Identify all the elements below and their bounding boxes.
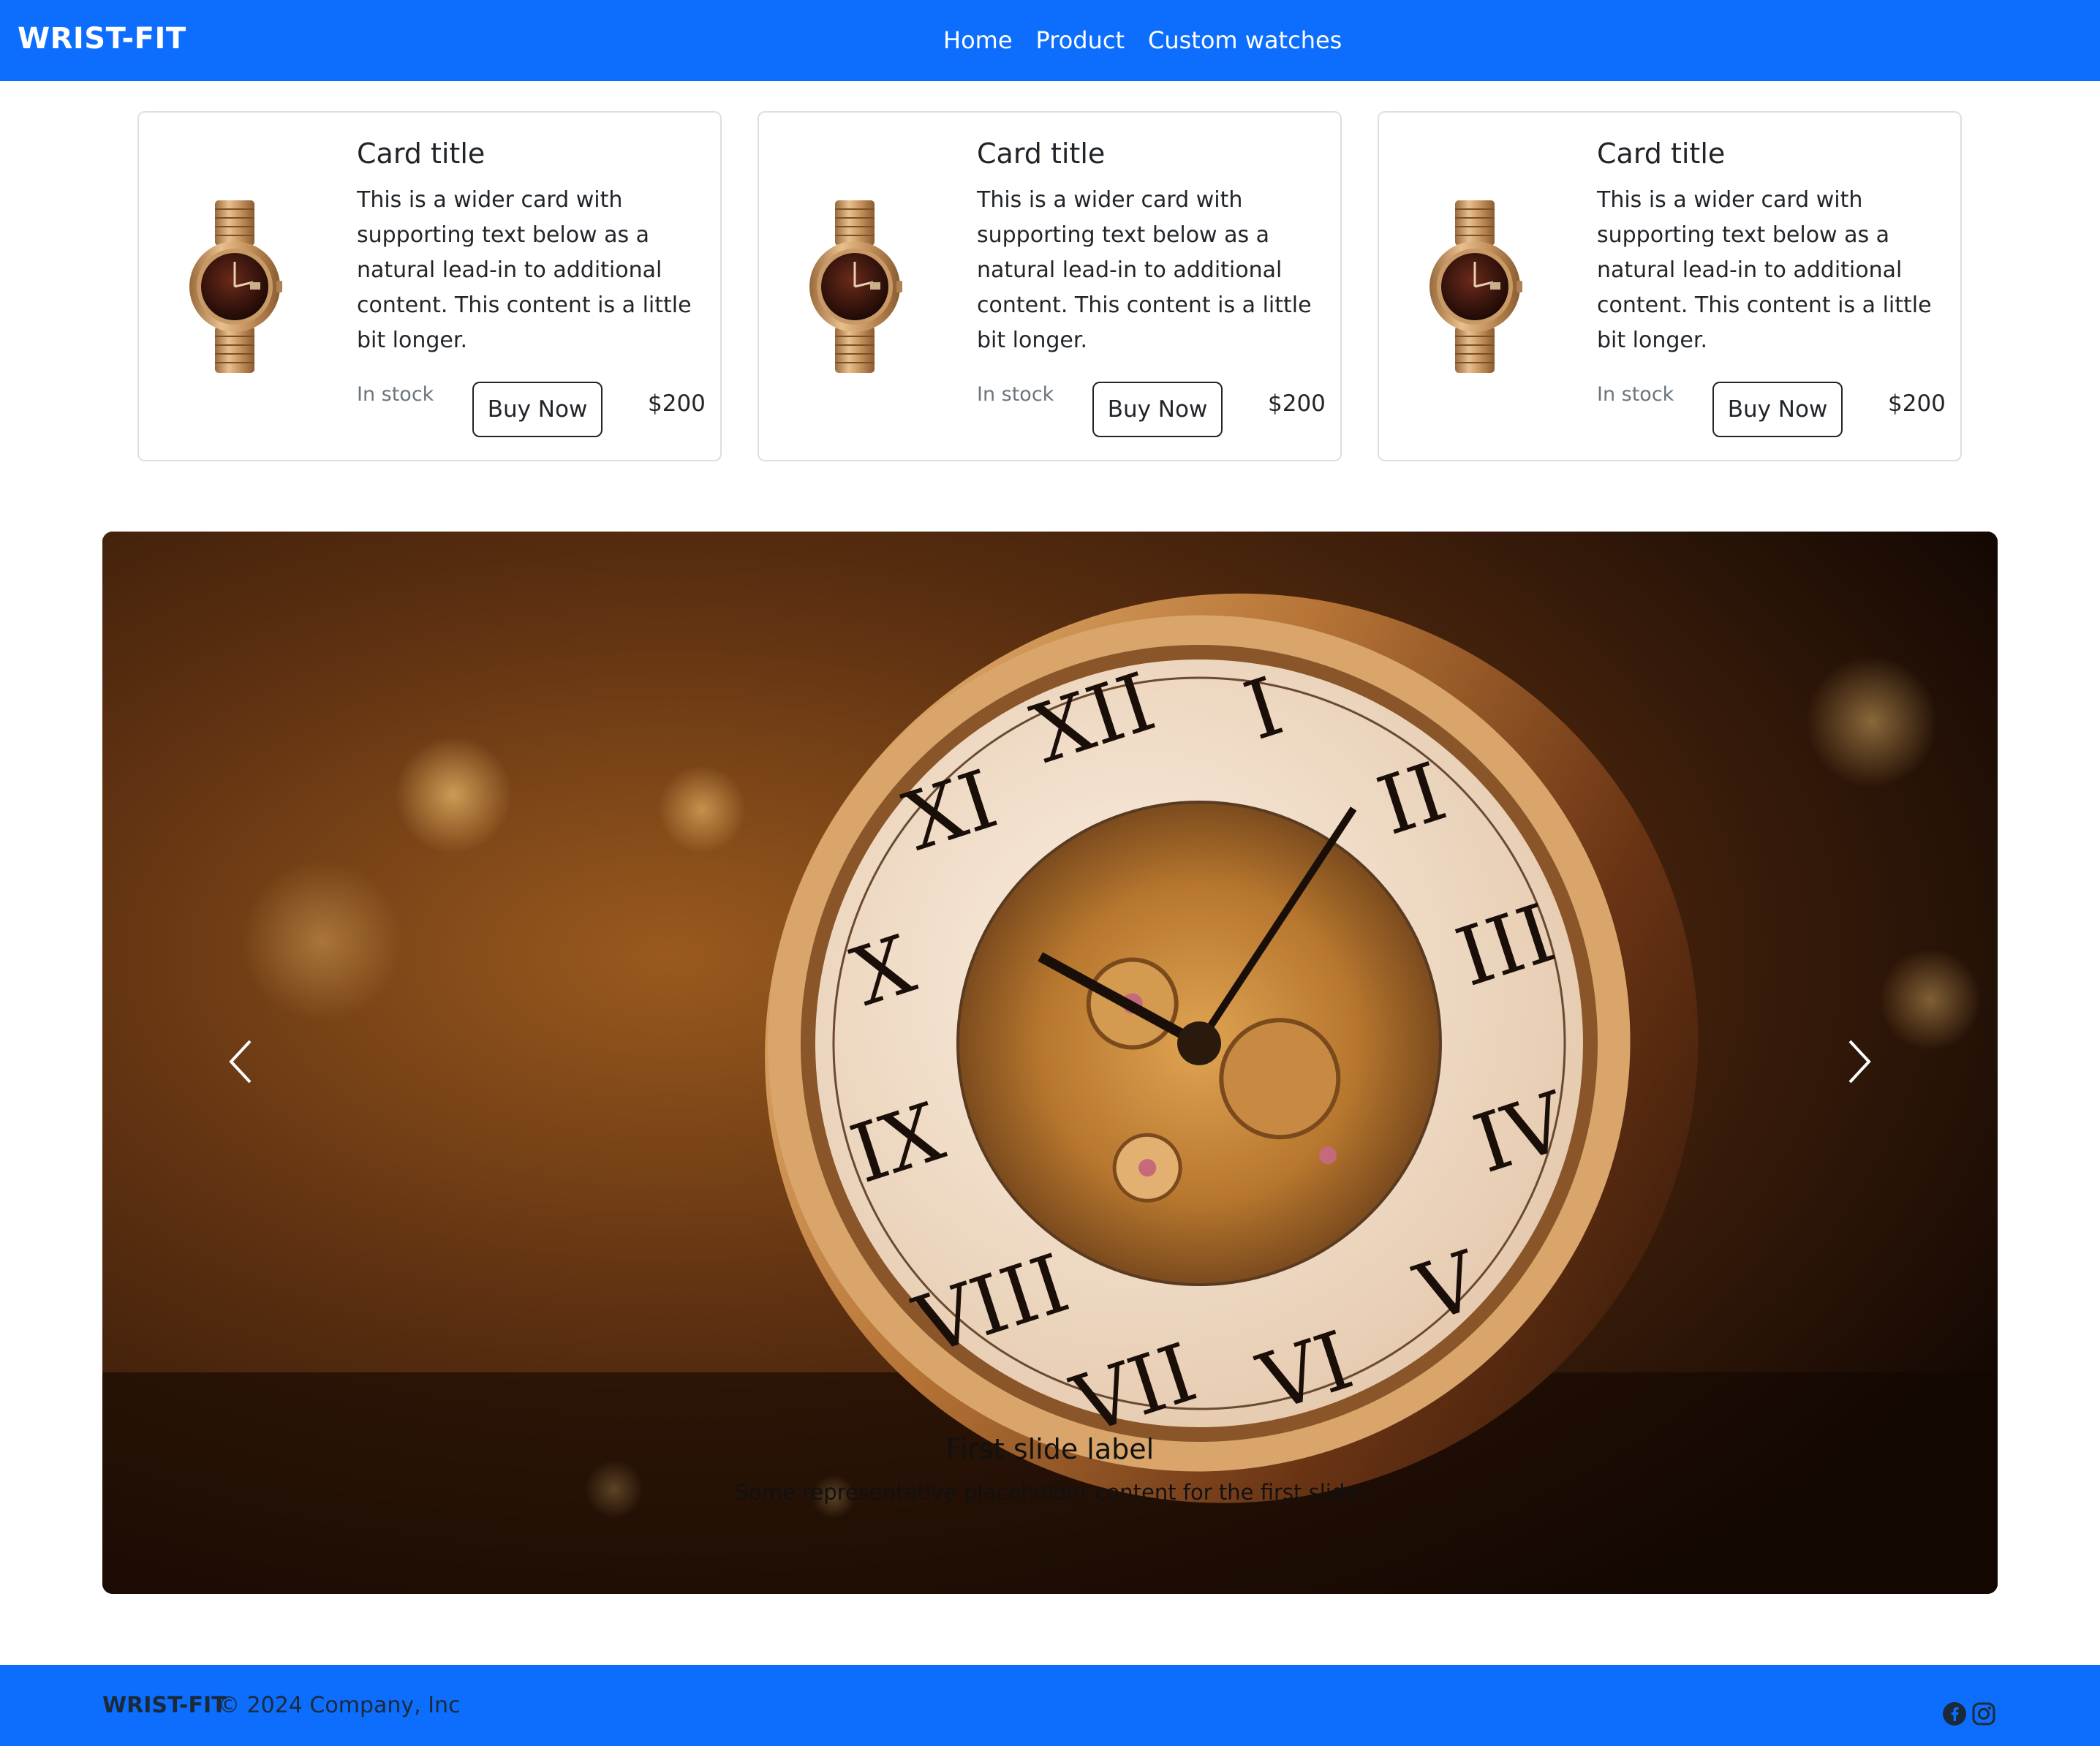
buy-now-button[interactable]: Buy Now [1712, 382, 1843, 437]
nav-link-product[interactable]: Product [1036, 26, 1125, 54]
product-card: Card title This is a wider card with sup… [758, 111, 1342, 461]
carousel-prev-button[interactable] [197, 1007, 285, 1116]
carousel-indicator-2[interactable] [1027, 1550, 1071, 1554]
hero-carousel: XII VI III IX I II IV V VII VIII X XI Fi… [102, 532, 1998, 1594]
nav-links: Home Product Custom watches [943, 26, 1342, 54]
nav-link-custom-watches[interactable]: Custom watches [1148, 26, 1342, 54]
carousel-indicators [975, 1550, 1124, 1554]
chevron-right-icon [1848, 1040, 1871, 1084]
wristwatch-image [1428, 200, 1522, 373]
footer-copyright: © 2024 Company, Inc [218, 1693, 461, 1718]
card-title: Card title [977, 137, 1106, 170]
card-title: Card title [1597, 137, 1726, 170]
product-card: Card title This is a wider card with sup… [137, 111, 722, 461]
chevron-left-icon [229, 1040, 252, 1084]
carousel-indicator-1[interactable] [975, 1550, 1019, 1554]
stock-status: In stock [977, 383, 1054, 406]
price-label: $200 [1888, 390, 1946, 417]
social-icons [1942, 1701, 1996, 1726]
nav-link-home[interactable]: Home [943, 26, 1013, 54]
card-text: This is a wider card with supporting tex… [1597, 187, 1932, 353]
stock-status: In stock [357, 383, 434, 406]
price-label: $200 [1268, 390, 1326, 417]
card-title: Card title [357, 137, 486, 170]
stock-status: In stock [1597, 383, 1674, 406]
facebook-icon[interactable] [1942, 1701, 1967, 1726]
navbar: WRIST-FIT Home Product Custom watches [0, 0, 2100, 81]
product-card: Card title This is a wider card with sup… [1378, 111, 1962, 461]
buy-now-button[interactable]: Buy Now [1092, 382, 1223, 437]
wristwatch-image [808, 200, 902, 373]
price-label: $200 [648, 390, 706, 417]
buy-now-button[interactable]: Buy Now [472, 382, 603, 437]
card-text: This is a wider card with supporting tex… [357, 187, 692, 353]
footer: WRIST-FIT © 2024 Company, Inc [0, 1665, 2100, 1746]
wristwatch-image [188, 200, 282, 373]
carousel-caption-text: Some representative placeholder content … [735, 1480, 1365, 1505]
carousel-caption-title: First slide label [945, 1433, 1155, 1465]
brand-logo[interactable]: WRIST-FIT [18, 22, 186, 56]
card-text: This is a wider card with supporting tex… [977, 187, 1312, 353]
instagram-icon[interactable] [1971, 1701, 1996, 1726]
footer-brand: WRIST-FIT [102, 1693, 227, 1718]
carousel-next-button[interactable] [1815, 1007, 1903, 1116]
carousel-indicator-3[interactable] [1080, 1550, 1124, 1554]
